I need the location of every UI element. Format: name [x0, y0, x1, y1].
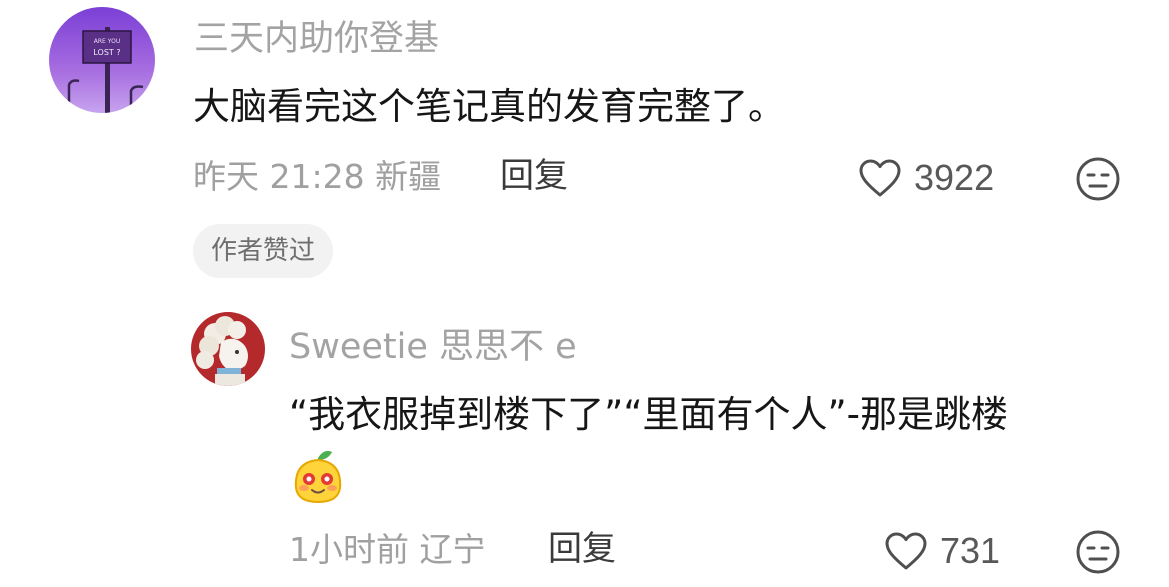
comment-text[interactable]: 大脑看完这个笔记真的发育完整了。	[193, 85, 785, 129]
heart-outline-icon	[885, 532, 927, 570]
avatar[interactable]: ARE YOU LOST ?	[49, 7, 155, 113]
comment-username[interactable]: 三天内助你登基	[194, 19, 439, 59]
avatar-image: ARE YOU LOST ?	[49, 7, 155, 113]
meh-face-icon	[1076, 157, 1120, 201]
reply-text[interactable]: “我衣服掉到楼下了”“里面有个人”-那是跳楼	[289, 393, 1008, 437]
reply-username[interactable]: Sweetie 思思不 e	[289, 327, 577, 367]
dislike-button[interactable]	[1075, 156, 1121, 206]
reply-dislike-button[interactable]	[1075, 529, 1121, 579]
reply-like-button[interactable]: 731	[884, 531, 1000, 571]
reply-reply-button[interactable]: 回复	[548, 530, 616, 568]
svg-text:ARE YOU: ARE YOU	[94, 38, 120, 45]
heart-outline-icon	[859, 159, 901, 197]
reply-like-count: 731	[940, 530, 1001, 571]
comment-thread: ARE YOU LOST ? 三天内助你登基 大脑看完这个笔记真的发育完整了。 …	[0, 0, 1169, 587]
reply-button[interactable]: 回复	[500, 157, 568, 195]
reply-meta: 1小时前 辽宁	[289, 530, 486, 569]
yellow-cat-sticker-icon	[288, 448, 348, 510]
like-count: 3922	[914, 157, 995, 198]
avatar-image	[191, 312, 265, 386]
comment-meta: 昨天 21:28 新疆	[193, 157, 442, 196]
like-button[interactable]: 3922	[858, 158, 994, 198]
reply-avatar[interactable]	[191, 312, 265, 386]
author-liked-badge: 作者赞过	[193, 224, 334, 278]
svg-text:LOST ?: LOST ?	[93, 48, 120, 57]
meh-face-icon	[1076, 530, 1120, 574]
